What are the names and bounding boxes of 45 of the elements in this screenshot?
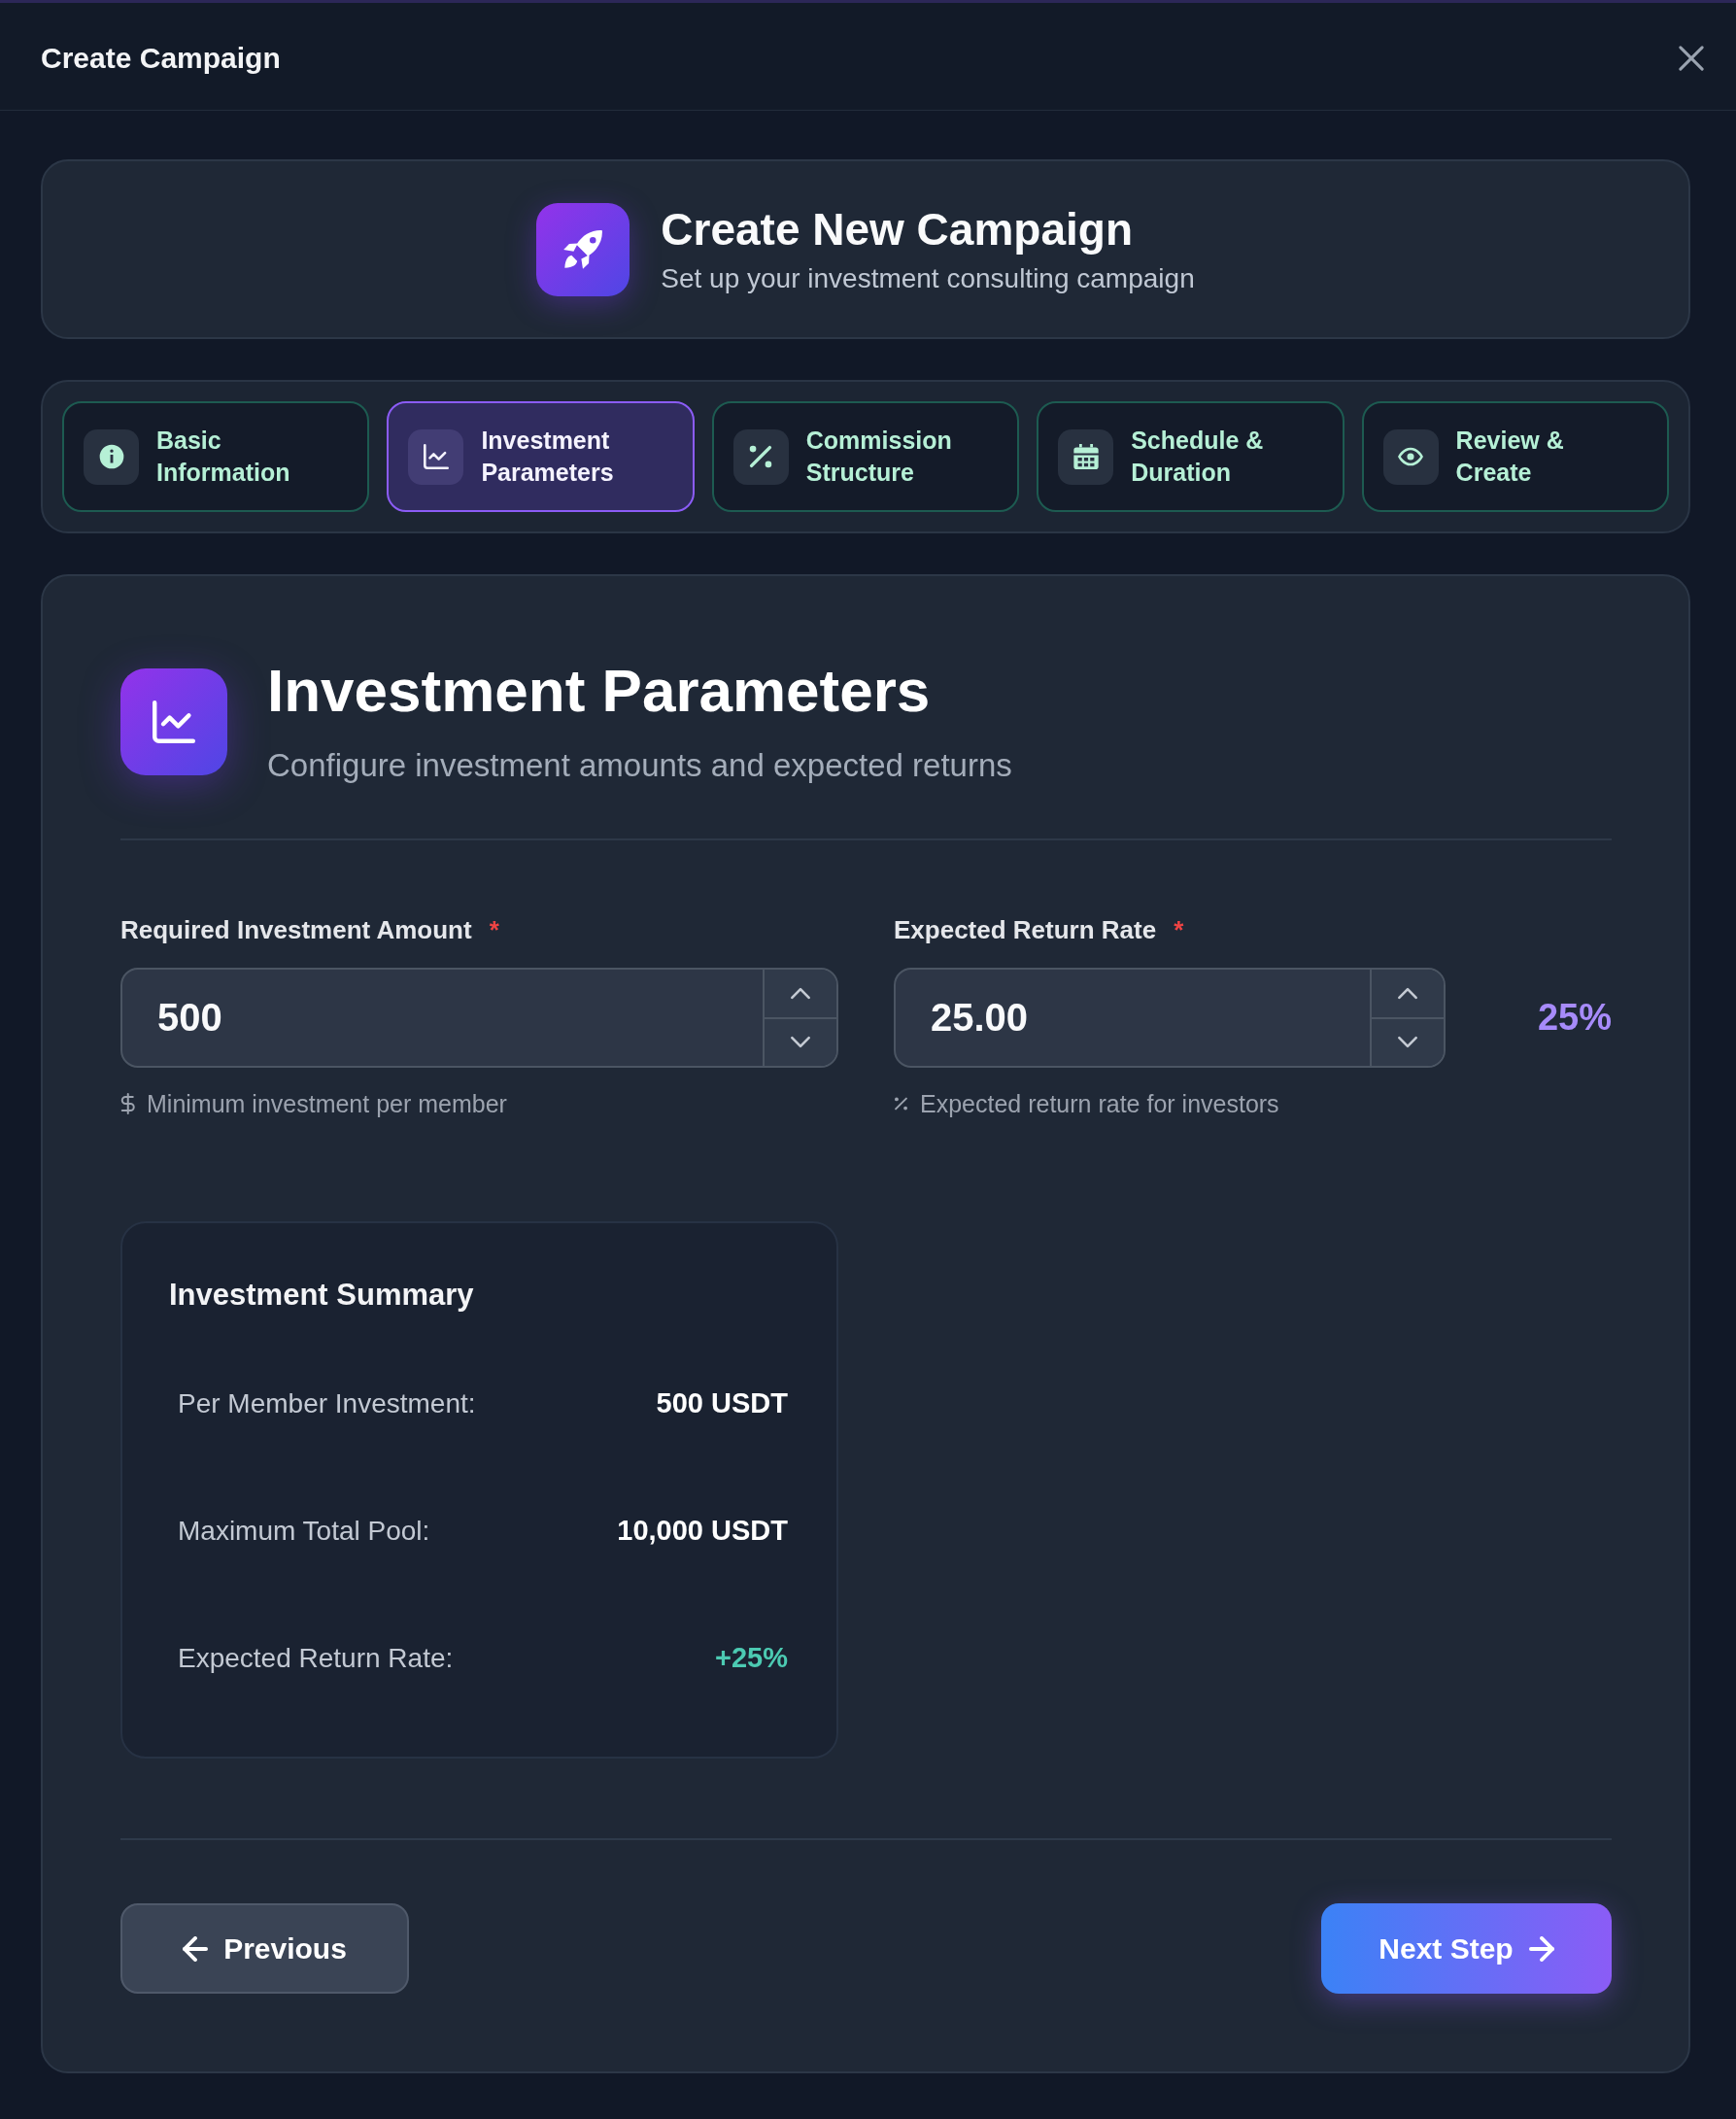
decrement-button[interactable] xyxy=(765,1016,836,1066)
chevron-down-icon xyxy=(790,1036,811,1049)
summary-label: Per Member Investment: xyxy=(178,1387,476,1419)
percent-icon xyxy=(732,428,789,485)
hero-subtitle: Set up your investment consulting campaign xyxy=(661,261,1195,295)
chevron-up-icon xyxy=(790,986,811,1000)
info-icon xyxy=(84,428,139,485)
step-tab[interactable]: Basic Information xyxy=(62,401,370,512)
increment-button[interactable] xyxy=(1371,970,1444,1017)
summary-value: 500 USDT xyxy=(656,1387,788,1419)
rate-readout: 25% xyxy=(1537,997,1612,1039)
required-mark: * xyxy=(1174,914,1184,945)
field-hint: Expected return rate for investors xyxy=(920,1089,1279,1119)
dollar-icon xyxy=(120,1093,135,1114)
summary-value: 10,000 USDT xyxy=(617,1515,788,1547)
number-input[interactable]: 25.00 xyxy=(894,968,1446,1068)
arrow-right-icon xyxy=(1528,1935,1554,1962)
chevron-up-icon xyxy=(1396,986,1418,1000)
summary-label: Maximum Total Pool: xyxy=(178,1515,430,1547)
rocket-icon xyxy=(536,202,630,296)
decrement-button[interactable] xyxy=(1371,1016,1444,1066)
calendar-icon xyxy=(1058,428,1114,485)
increment-button[interactable] xyxy=(765,970,836,1017)
close-icon xyxy=(1679,46,1704,71)
summary-title: Investment Summary xyxy=(169,1277,475,1314)
window-title: Create Campaign xyxy=(41,42,281,75)
chevron-down-icon xyxy=(1396,1036,1418,1049)
step-tab[interactable]: Review & Create xyxy=(1361,401,1669,512)
step-tab[interactable]: Investment Parameters xyxy=(387,401,695,512)
field-hint: Minimum investment per member xyxy=(147,1089,507,1119)
eye-icon xyxy=(1382,428,1439,485)
summary-label: Expected Return Rate: xyxy=(178,1642,454,1674)
field-label: Required Investment Amount xyxy=(120,914,472,945)
number-input[interactable]: 500 xyxy=(120,968,838,1068)
summary-value: +25% xyxy=(715,1642,788,1674)
section-subtitle: Configure investment amounts and expected returns xyxy=(267,746,1012,785)
field-label: Expected Return Rate xyxy=(894,914,1157,945)
close-button[interactable] xyxy=(1679,46,1704,71)
required-mark: * xyxy=(489,914,499,945)
next-button[interactable]: Next Step xyxy=(1321,1903,1612,1994)
step-tab[interactable]: Commission Structure xyxy=(711,401,1020,512)
hero-title: Create New Campaign xyxy=(661,202,1134,256)
back-button[interactable]: Previous xyxy=(120,1903,409,1994)
step-tab[interactable]: Schedule & Duration xyxy=(1037,401,1345,512)
section-title: Investment Parameters xyxy=(267,659,932,723)
